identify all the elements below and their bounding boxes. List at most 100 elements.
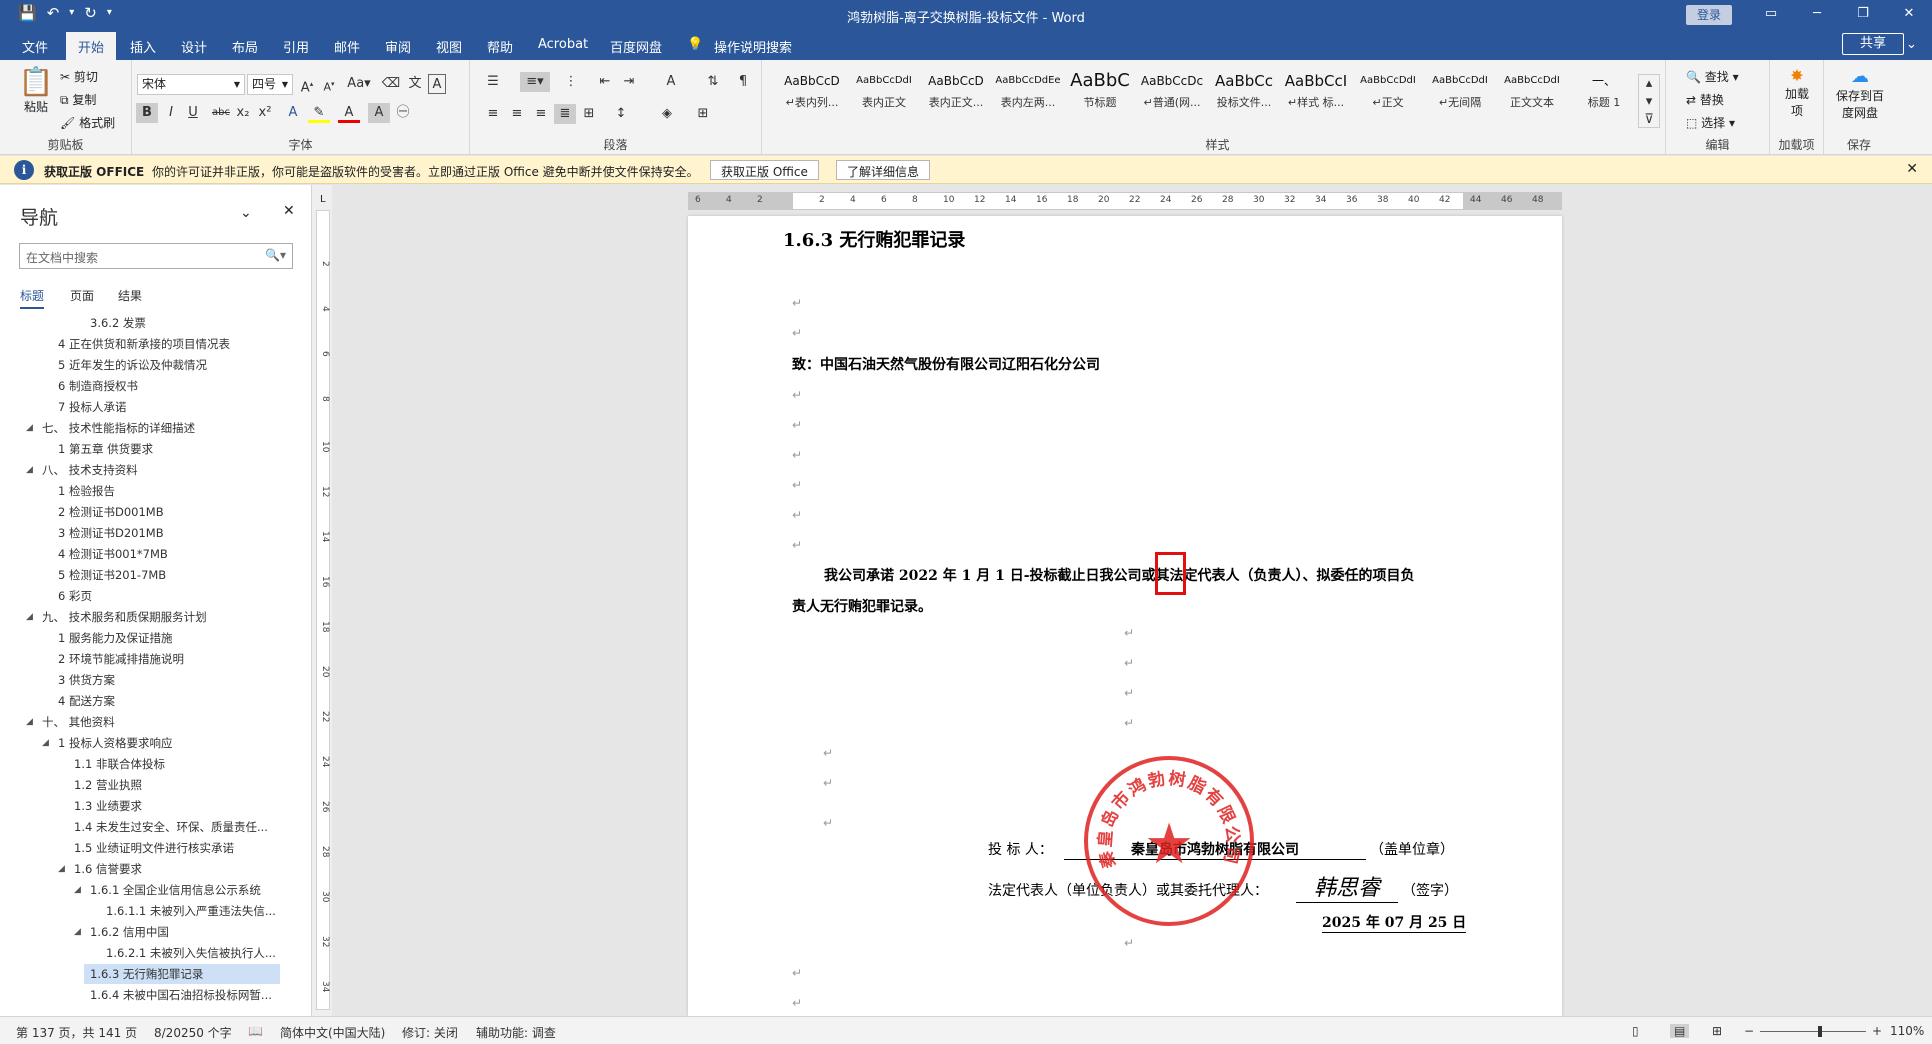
collapse-toggle-icon[interactable]: ◢ (26, 712, 33, 732)
nav-options-icon[interactable]: ⌄ (240, 205, 252, 221)
nav-heading-item[interactable]: 1.1 非联合体投标 (0, 754, 312, 774)
nav-heading-item[interactable]: 7 投标人承诺 (0, 397, 312, 417)
tab-layout[interactable]: 布局 (232, 37, 258, 56)
tab-baidu[interactable]: 百度网盘 (610, 37, 662, 56)
tab-review[interactable]: 审阅 (385, 37, 411, 56)
web-layout-icon[interactable]: ⊞ (1712, 1024, 1722, 1038)
minimize-icon[interactable]: ─ (1794, 0, 1840, 30)
italic-icon[interactable]: I (160, 103, 182, 123)
character-shading-icon[interactable]: A (368, 103, 390, 123)
find-button[interactable]: 🔍 查找 ▾ (1686, 68, 1739, 85)
print-layout-icon[interactable]: ▤ (1670, 1024, 1690, 1038)
text-effects-icon[interactable]: A (282, 103, 304, 123)
read-mode-icon[interactable]: ▯ (1632, 1024, 1639, 1038)
nav-heading-item[interactable]: 5 检测证书201-7MB (0, 565, 312, 585)
nav-heading-item[interactable]: ◢ 1.6.1 全国企业信用信息公示系统 (0, 880, 312, 900)
nav-heading-item[interactable]: 4 正在供货和新承接的项目情况表 (0, 334, 312, 354)
learn-more-button[interactable]: 了解详细信息 (836, 160, 931, 180)
doc-date[interactable]: 2025 年 07 月 25 日 (1322, 912, 1467, 933)
replace-button[interactable]: ⇄ 替换 (1686, 91, 1724, 108)
nav-heading-item[interactable]: 1.6.1.1 未被列入严重违法失信... (0, 901, 312, 921)
nav-heading-item[interactable]: 3.6.2 发票 (0, 313, 312, 333)
zoom-in-icon[interactable]: + (1872, 1024, 1882, 1038)
nav-heading-item[interactable]: 3 检测证书D201MB (0, 523, 312, 543)
style-item[interactable]: AaBbCcD ↵表内列... (776, 66, 848, 124)
collapse-toggle-icon[interactable]: ◢ (58, 859, 65, 879)
show-marks-icon[interactable]: ¶ (732, 72, 754, 92)
copy-button[interactable]: ⧉ 复制 (60, 91, 96, 108)
nav-heading-item[interactable]: 4 检测证书001*7MB (0, 544, 312, 564)
align-center-icon[interactable]: ≡ (506, 104, 528, 124)
nav-heading-item[interactable]: 3 供货方案 (0, 670, 312, 690)
character-border-icon[interactable]: A (428, 74, 446, 94)
collapse-toggle-icon[interactable]: ◢ (26, 607, 33, 627)
collapse-toggle-icon[interactable]: ◢ (74, 880, 81, 900)
nav-tab-results[interactable]: 结果 (118, 287, 142, 304)
word-count[interactable]: 8/20250 个字 (154, 1024, 232, 1041)
styles-more-icon[interactable]: ▴ ▾ ⊽ (1638, 74, 1660, 128)
style-item[interactable]: 一、 标题 1 (1568, 66, 1640, 124)
font-name-combo[interactable]: 宋体 ▼ (137, 74, 245, 95)
shading-icon[interactable]: ◈ (656, 104, 678, 124)
line-spacing-icon[interactable]: ↕ (610, 104, 632, 124)
nav-heading-item[interactable]: 1.6.2.1 未被列入失信被执行人... (0, 943, 312, 963)
underline-icon[interactable]: U (182, 103, 204, 123)
collapse-toggle-icon[interactable]: ◢ (26, 418, 33, 438)
align-right-icon[interactable]: ≡ (530, 104, 552, 124)
search-icon[interactable]: 🔍▾ (265, 248, 286, 262)
numbering-icon[interactable]: ≡▾ (520, 72, 550, 92)
tell-me-search[interactable]: 操作说明搜索 (714, 37, 792, 56)
nav-heading-item[interactable]: 2 环境节能减排措施说明 (0, 649, 312, 669)
enclose-characters-icon[interactable]: ㊀ (392, 103, 414, 123)
style-item[interactable]: AaBbCcDdI ↵无间隔 (1424, 66, 1496, 124)
decrease-indent-icon[interactable]: ⇤ (594, 72, 616, 92)
nav-heading-item[interactable]: ◢ 七、 技术性能指标的详细描述 (0, 418, 312, 438)
nav-heading-item[interactable]: 2 检测证书D001MB (0, 502, 312, 522)
nav-heading-item[interactable]: 1 服务能力及保证措施 (0, 628, 312, 648)
style-item[interactable]: AaBbCcDdI 表内正文 (848, 66, 920, 124)
get-genuine-button[interactable]: 获取正版 Office (710, 160, 819, 180)
tab-references[interactable]: 引用 (283, 37, 309, 56)
doc-body-line1[interactable]: 我公司承诺 2022 年 1 月 1 日-投标截止日我公司或其法定代表人（负责人… (824, 565, 1415, 585)
font-color-icon[interactable]: A (338, 103, 360, 123)
close-icon[interactable]: ✕ (1886, 0, 1932, 30)
tab-design[interactable]: 设计 (181, 37, 207, 56)
chinese-layout-icon[interactable]: A (660, 72, 682, 92)
nav-heading-item[interactable]: 1.3 业绩要求 (0, 796, 312, 816)
nav-heading-item[interactable]: 1 检验报告 (0, 481, 312, 501)
strikethrough-icon[interactable]: abc (210, 103, 232, 123)
nav-heading-item[interactable]: ◢ 十、 其他资料 (0, 712, 312, 732)
language-status[interactable]: 简体中文(中国大陆) (280, 1024, 385, 1041)
select-button[interactable]: ⬚ 选择 ▾ (1686, 114, 1735, 131)
increase-indent-icon[interactable]: ⇥ (618, 72, 640, 92)
infobar-close-icon[interactable]: ✕ (1906, 161, 1918, 177)
zoom-slider[interactable] (1760, 1026, 1866, 1037)
tab-file[interactable]: 文件 (22, 37, 48, 56)
nav-heading-item[interactable]: ◢ 1.6 信誉要求 (0, 859, 312, 879)
ribbon-collapse-icon[interactable]: ⌄ (1906, 37, 1917, 52)
nav-search-input[interactable]: 在文档中搜索 🔍▾ (19, 243, 293, 269)
track-changes-status[interactable]: 修订: 关闭 (402, 1024, 458, 1041)
format-painter-button[interactable]: 🖌 格式刷 (60, 114, 115, 131)
superscript-icon[interactable]: x² (254, 103, 276, 123)
tab-mailings[interactable]: 邮件 (334, 37, 360, 56)
style-item[interactable]: AaBbCc 投标文件... (1208, 66, 1280, 124)
share-button[interactable]: 共享 (1842, 33, 1904, 55)
justify-icon[interactable]: ≣ (554, 104, 576, 124)
ribbon-display-icon[interactable]: ▭ (1748, 0, 1794, 30)
sort-icon[interactable]: ⇅ (702, 72, 724, 92)
page-count[interactable]: 第 137 页，共 141 页 (16, 1024, 137, 1041)
addins-button[interactable]: ✸ 加载项 (1780, 66, 1814, 119)
subscript-icon[interactable]: x₂ (232, 103, 254, 123)
zoom-out-icon[interactable]: − (1744, 1024, 1754, 1038)
nav-heading-item[interactable]: 1.4 未发生过安全、环保、质量责任... (0, 817, 312, 837)
style-item[interactable]: AaBbCcDdI 正文文本 (1496, 66, 1568, 124)
nav-heading-item[interactable]: ◢ 1 投标人资格要求响应 (0, 733, 312, 753)
nav-tab-pages[interactable]: 页面 (70, 287, 94, 304)
zoom-slider-thumb[interactable] (1818, 1026, 1822, 1037)
pinyin-guide-icon[interactable]: 文 (404, 74, 426, 94)
paste-button[interactable]: 📋 粘贴 (18, 66, 54, 115)
highlight-icon[interactable]: ✎ (308, 103, 330, 123)
font-size-combo[interactable]: 四号 ▼ (247, 74, 293, 95)
style-item[interactable]: AaBbCcDc ↵普通(网... (1136, 66, 1208, 124)
